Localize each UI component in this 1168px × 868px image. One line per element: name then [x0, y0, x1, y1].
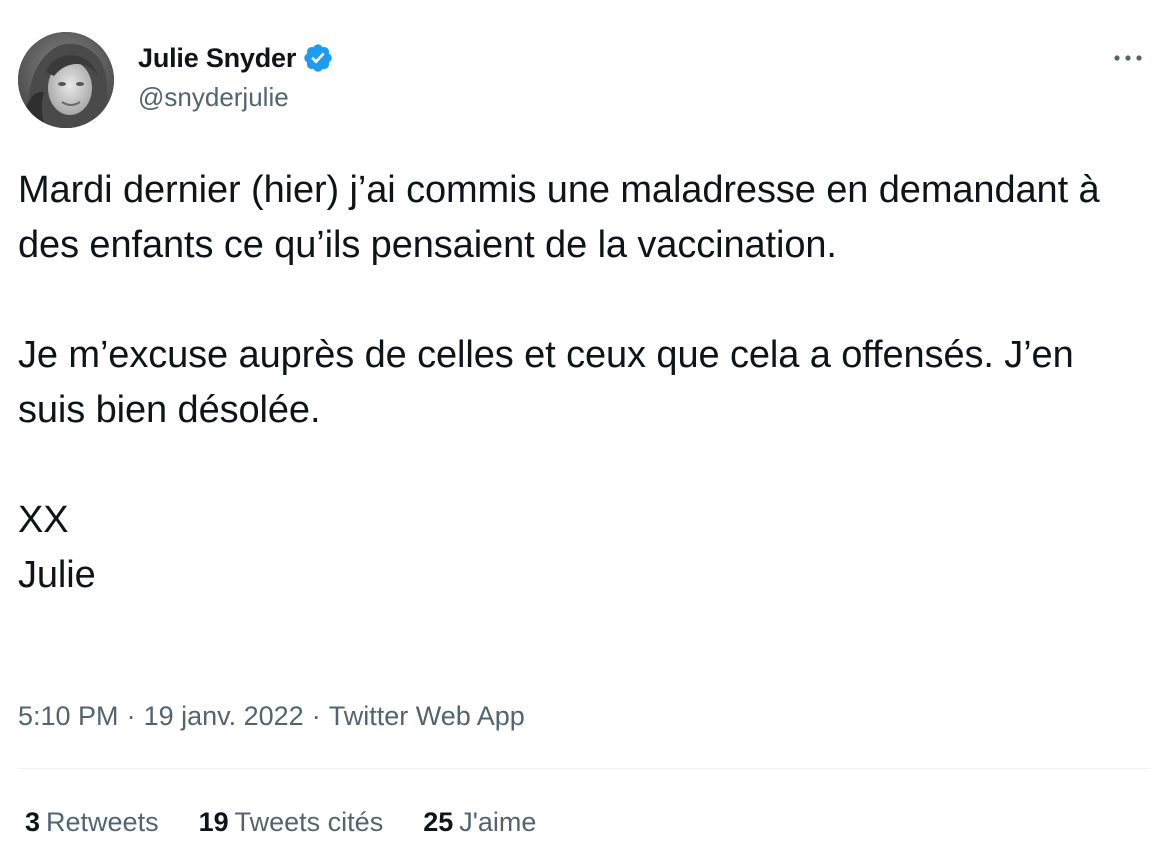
meta-separator: ·	[126, 700, 136, 731]
quote-tweets-label: Tweets cités	[234, 806, 384, 837]
retweets-count: 3	[25, 806, 41, 837]
verified-badge-icon	[302, 42, 334, 74]
author-handle[interactable]: @snyderjulie	[138, 82, 289, 113]
tweet-date[interactable]: 19 janv. 2022	[144, 701, 304, 732]
tweet-detail: Julie Snyder @snyderjulie Mardi dernier …	[0, 0, 1168, 868]
tweet-signoff: XX	[18, 499, 69, 541]
tweet-time[interactable]: 5:10 PM	[18, 701, 119, 732]
likes-stat-link[interactable]: 25 J'aime	[423, 807, 536, 838]
divider	[18, 768, 1150, 769]
tweet-paragraph: Je m’excuse auprès de celles et ceux que…	[18, 334, 1074, 431]
meta-separator: ·	[311, 700, 321, 731]
tweet-stats: 3 Retweets 19 Tweets cités 25 J'aime	[25, 802, 576, 842]
likes-count: 25	[423, 806, 454, 837]
retweets-label: Retweets	[46, 806, 159, 837]
retweets-stat-link[interactable]: 3 Retweets	[25, 807, 159, 838]
profile-photo-icon	[18, 32, 114, 128]
avatar[interactable]	[18, 32, 114, 128]
tweet-text: Mardi dernier (hier) j’ai commis une mal…	[18, 163, 1138, 603]
more-options-button[interactable]	[1110, 46, 1146, 70]
tweet-source-link[interactable]: Twitter Web App	[329, 701, 525, 732]
author-name-row: Julie Snyder	[138, 40, 334, 76]
tweet-signature: Julie	[18, 554, 96, 596]
tweet-metadata: 5:10 PM · 19 janv. 2022 · Twitter Web Ap…	[18, 697, 525, 735]
quote-tweets-count: 19	[198, 806, 229, 837]
likes-label: J'aime	[459, 806, 537, 837]
tweet-paragraph: Mardi dernier (hier) j’ai commis une mal…	[18, 169, 1100, 266]
more-horizontal-icon	[1114, 55, 1142, 61]
quote-tweets-stat-link[interactable]: 19 Tweets cités	[199, 807, 384, 838]
author-name[interactable]: Julie Snyder	[138, 43, 296, 74]
